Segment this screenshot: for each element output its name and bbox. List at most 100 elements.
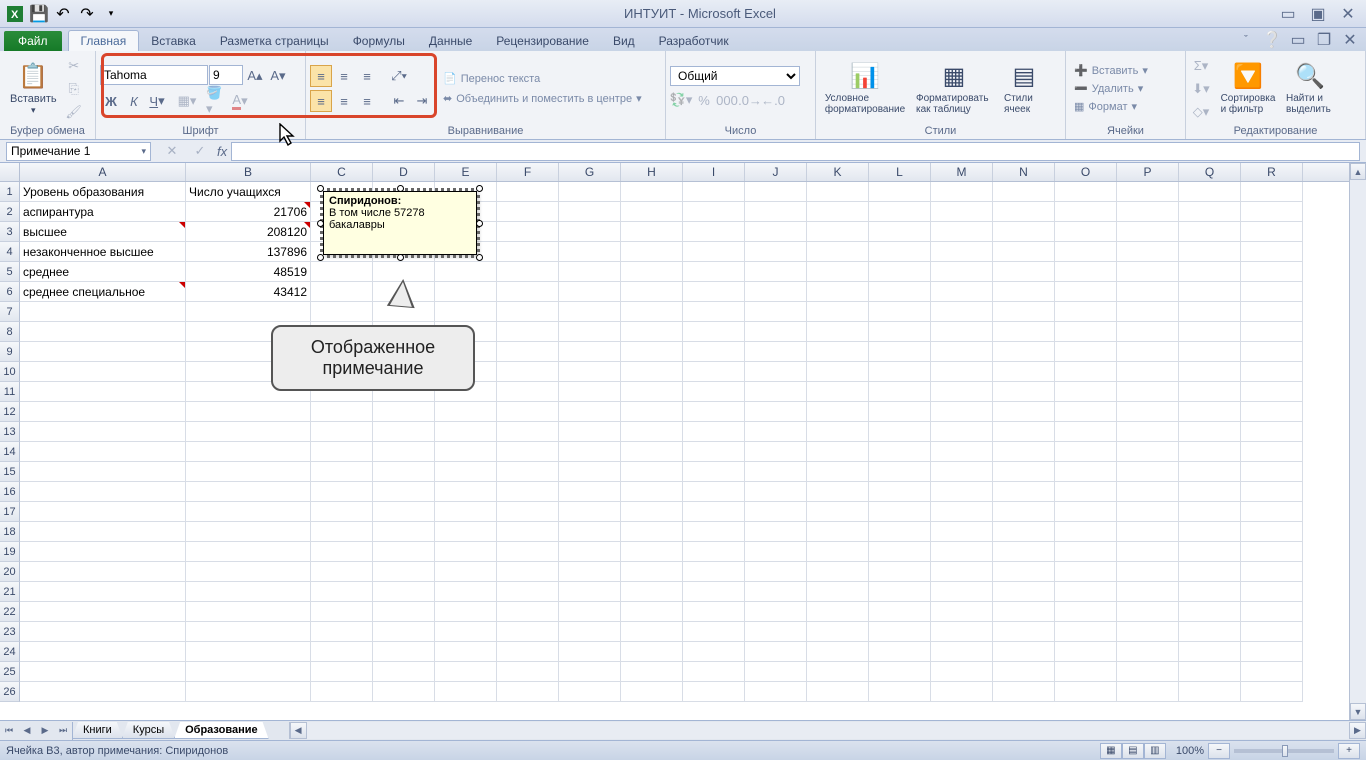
- cell-H14[interactable]: [621, 442, 683, 462]
- cell-K26[interactable]: [807, 682, 869, 702]
- cell-H4[interactable]: [621, 242, 683, 262]
- cell-F11[interactable]: [497, 382, 559, 402]
- cell-K13[interactable]: [807, 422, 869, 442]
- row-header-1[interactable]: 1: [0, 182, 20, 202]
- cell-B6[interactable]: 43412: [186, 282, 311, 302]
- cell-H12[interactable]: [621, 402, 683, 422]
- cell-E15[interactable]: [435, 462, 497, 482]
- cell-P13[interactable]: [1117, 422, 1179, 442]
- cell-R25[interactable]: [1241, 662, 1303, 682]
- cell-P4[interactable]: [1117, 242, 1179, 262]
- cell-D17[interactable]: [373, 502, 435, 522]
- cell-F18[interactable]: [497, 522, 559, 542]
- cell-O26[interactable]: [1055, 682, 1117, 702]
- cell-R13[interactable]: [1241, 422, 1303, 442]
- cell-O5[interactable]: [1055, 262, 1117, 282]
- cell-N24[interactable]: [993, 642, 1055, 662]
- sheet-nav-prev-icon[interactable]: ◀: [18, 722, 36, 740]
- cell-N3[interactable]: [993, 222, 1055, 242]
- cell-I11[interactable]: [683, 382, 745, 402]
- cell-B5[interactable]: 48519: [186, 262, 311, 282]
- cell-J11[interactable]: [745, 382, 807, 402]
- cell-N16[interactable]: [993, 482, 1055, 502]
- cell-I25[interactable]: [683, 662, 745, 682]
- cell-M15[interactable]: [931, 462, 993, 482]
- cell-G14[interactable]: [559, 442, 621, 462]
- orientation-icon[interactable]: ⤢▾: [388, 65, 410, 87]
- row-header-14[interactable]: 14: [0, 442, 20, 462]
- maximize-icon[interactable]: ▣: [1308, 4, 1328, 24]
- cell-I17[interactable]: [683, 502, 745, 522]
- cell-E13[interactable]: [435, 422, 497, 442]
- cell-G4[interactable]: [559, 242, 621, 262]
- cell-R7[interactable]: [1241, 302, 1303, 322]
- cell-P18[interactable]: [1117, 522, 1179, 542]
- cell-J12[interactable]: [745, 402, 807, 422]
- cell-E20[interactable]: [435, 562, 497, 582]
- cell-C18[interactable]: [311, 522, 373, 542]
- cell-D15[interactable]: [373, 462, 435, 482]
- cell-I3[interactable]: [683, 222, 745, 242]
- cell-C5[interactable]: [311, 262, 373, 282]
- cell-J17[interactable]: [745, 502, 807, 522]
- cell-J1[interactable]: [745, 182, 807, 202]
- column-header-J[interactable]: J: [745, 163, 807, 181]
- cell-A2[interactable]: аспирантура: [20, 202, 186, 222]
- cell-J22[interactable]: [745, 602, 807, 622]
- column-header-A[interactable]: A: [20, 163, 186, 181]
- cell-P16[interactable]: [1117, 482, 1179, 502]
- cell-J9[interactable]: [745, 342, 807, 362]
- italic-icon[interactable]: К: [123, 90, 145, 112]
- cell-K17[interactable]: [807, 502, 869, 522]
- fill-icon[interactable]: ⬇▾: [1190, 78, 1212, 100]
- border-icon[interactable]: ▦▾: [176, 90, 198, 112]
- format-painter-icon[interactable]: 🖌: [63, 101, 85, 123]
- cell-L10[interactable]: [869, 362, 931, 382]
- cell-K14[interactable]: [807, 442, 869, 462]
- cell-A18[interactable]: [20, 522, 186, 542]
- cell-I22[interactable]: [683, 602, 745, 622]
- cell-F14[interactable]: [497, 442, 559, 462]
- tab-formulas[interactable]: Формулы: [341, 31, 417, 51]
- align-top-icon[interactable]: ≡: [310, 65, 332, 87]
- cell-C17[interactable]: [311, 502, 373, 522]
- decrease-indent-icon[interactable]: ⇤: [388, 90, 410, 112]
- cell-I13[interactable]: [683, 422, 745, 442]
- font-name-select[interactable]: [100, 65, 208, 85]
- cell-N20[interactable]: [993, 562, 1055, 582]
- select-all-corner[interactable]: [0, 163, 20, 181]
- cell-R14[interactable]: [1241, 442, 1303, 462]
- scroll-up-icon[interactable]: ▲: [1350, 163, 1366, 180]
- cell-L13[interactable]: [869, 422, 931, 442]
- column-header-P[interactable]: P: [1117, 163, 1179, 181]
- cell-C16[interactable]: [311, 482, 373, 502]
- format-table-button[interactable]: ▦Форматировать как таблицу: [910, 56, 998, 122]
- cell-F6[interactable]: [497, 282, 559, 302]
- sheet-nav-last-icon[interactable]: ⏭: [54, 722, 72, 740]
- cell-N18[interactable]: [993, 522, 1055, 542]
- cell-K11[interactable]: [807, 382, 869, 402]
- cell-O12[interactable]: [1055, 402, 1117, 422]
- cell-L22[interactable]: [869, 602, 931, 622]
- cell-B20[interactable]: [186, 562, 311, 582]
- cell-I4[interactable]: [683, 242, 745, 262]
- cell-M24[interactable]: [931, 642, 993, 662]
- normal-view-icon[interactable]: ▦: [1100, 743, 1122, 759]
- cell-P3[interactable]: [1117, 222, 1179, 242]
- increase-decimal-icon[interactable]: .0→: [739, 89, 761, 111]
- cell-K23[interactable]: [807, 622, 869, 642]
- cell-B16[interactable]: [186, 482, 311, 502]
- cell-P24[interactable]: [1117, 642, 1179, 662]
- cell-L11[interactable]: [869, 382, 931, 402]
- cell-D21[interactable]: [373, 582, 435, 602]
- cell-G16[interactable]: [559, 482, 621, 502]
- cell-A8[interactable]: [20, 322, 186, 342]
- cell-R12[interactable]: [1241, 402, 1303, 422]
- increase-indent-icon[interactable]: ⇥: [411, 90, 433, 112]
- cell-J2[interactable]: [745, 202, 807, 222]
- inner-close-icon[interactable]: ✕: [1340, 30, 1360, 50]
- cell-R5[interactable]: [1241, 262, 1303, 282]
- row-header-11[interactable]: 11: [0, 382, 20, 402]
- cell-R11[interactable]: [1241, 382, 1303, 402]
- cell-N26[interactable]: [993, 682, 1055, 702]
